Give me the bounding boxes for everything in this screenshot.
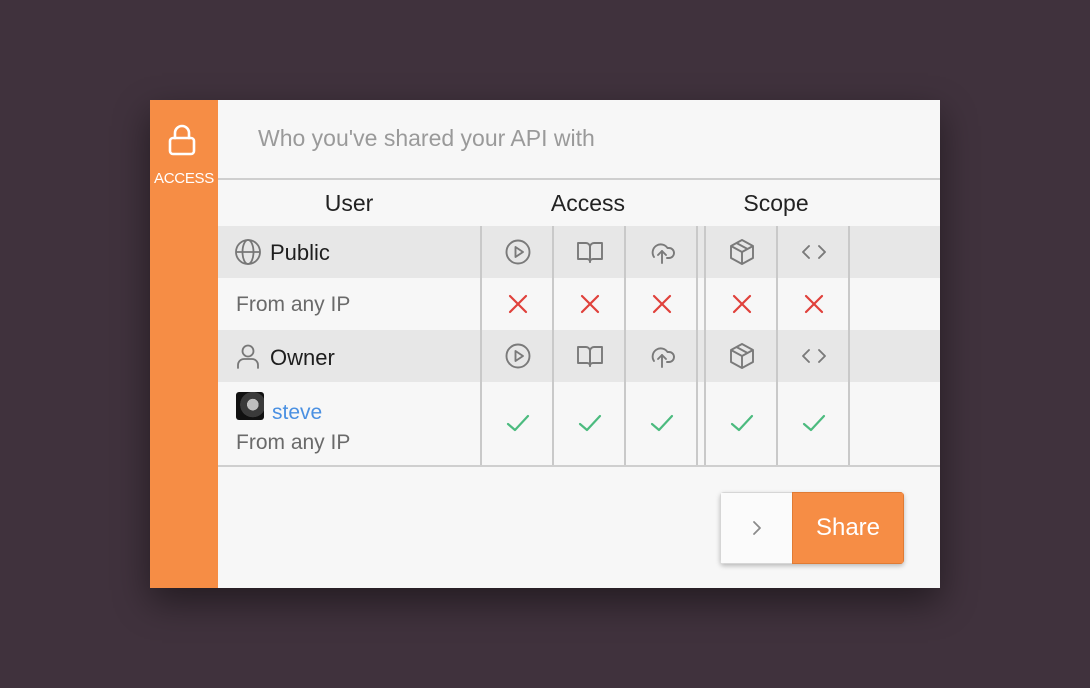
check-icon[interactable]	[503, 408, 533, 438]
column-header-access: Access	[550, 190, 626, 216]
share-button[interactable]: Share	[792, 492, 904, 564]
column-header-scope: Scope	[743, 190, 809, 216]
divider	[218, 465, 940, 467]
deny-icon[interactable]	[647, 289, 677, 319]
entry-ip-owner: From any IP	[236, 431, 351, 454]
play-icon[interactable]	[503, 237, 533, 267]
sidebar-label: ACCESS	[154, 170, 214, 187]
check-icon[interactable]	[799, 408, 829, 438]
divider	[218, 178, 940, 180]
column-divider	[704, 226, 706, 466]
sidebar[interactable]: ACCESS	[150, 100, 218, 588]
column-divider	[480, 226, 482, 466]
column-divider	[776, 226, 778, 466]
entry-ip-public: From any IP	[236, 293, 351, 316]
column-header-user: User	[324, 190, 374, 216]
column-divider	[552, 226, 554, 466]
upload-cloud-icon[interactable]	[647, 237, 677, 267]
column-divider	[696, 226, 698, 466]
deny-icon[interactable]	[727, 289, 757, 319]
book-icon[interactable]	[575, 237, 605, 267]
chevron-right-icon	[752, 521, 761, 535]
avatar	[236, 392, 264, 420]
play-icon[interactable]	[503, 341, 533, 371]
package-icon[interactable]	[727, 341, 757, 371]
share-button-group: Share	[720, 492, 904, 564]
page-subtitle: Who you've shared your API with	[258, 125, 595, 151]
package-icon[interactable]	[727, 237, 757, 267]
check-icon[interactable]	[575, 408, 605, 438]
main-content: Who you've shared your API with User Acc…	[218, 100, 940, 588]
check-icon[interactable]	[727, 408, 757, 438]
upload-cloud-icon[interactable]	[647, 341, 677, 371]
deny-icon[interactable]	[575, 289, 605, 319]
expand-share-button[interactable]	[720, 492, 792, 564]
group-label-owner: Owner	[270, 345, 335, 370]
code-icon[interactable]	[799, 237, 829, 267]
column-divider	[848, 226, 850, 466]
book-icon[interactable]	[575, 341, 605, 371]
check-icon[interactable]	[647, 408, 677, 438]
group-label-public: Public	[270, 240, 330, 265]
user-icon	[237, 344, 259, 369]
share-dialog: ACCESS Who you've shared your API with U…	[150, 100, 940, 588]
lock-icon	[168, 124, 196, 156]
column-divider	[624, 226, 626, 466]
globe-icon	[235, 239, 261, 265]
code-icon[interactable]	[799, 341, 829, 371]
deny-icon[interactable]	[799, 289, 829, 319]
user-link-steve[interactable]: steve	[272, 401, 322, 425]
deny-icon[interactable]	[503, 289, 533, 319]
